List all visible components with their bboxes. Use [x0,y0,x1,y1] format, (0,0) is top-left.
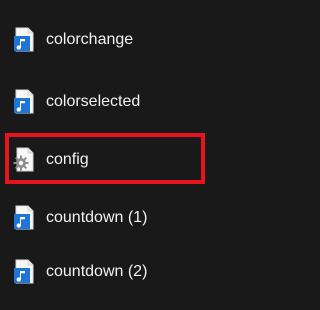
audio-file-icon [14,259,34,284]
file-name: config [46,151,89,168]
audio-file-icon [14,89,34,114]
file-name: countdown (1) [46,209,148,226]
audio-file-icon [14,27,34,52]
file-name: colorselected [46,93,141,110]
file-item-countdown-2[interactable]: countdown (2) [12,257,242,287]
file-name: countdown (2) [46,263,148,280]
audio-file-icon [14,205,34,230]
file-list: colorchange colorselected config countdo… [0,0,251,310]
file-item-config[interactable]: config [12,145,242,175]
file-item-countdown-1[interactable]: countdown (1) [12,203,242,233]
file-name: colorchange [46,31,134,48]
file-item-colorchange[interactable]: colorchange [12,25,242,55]
file-item-colorselected[interactable]: colorselected [12,87,242,117]
settings-file-icon [13,147,34,172]
